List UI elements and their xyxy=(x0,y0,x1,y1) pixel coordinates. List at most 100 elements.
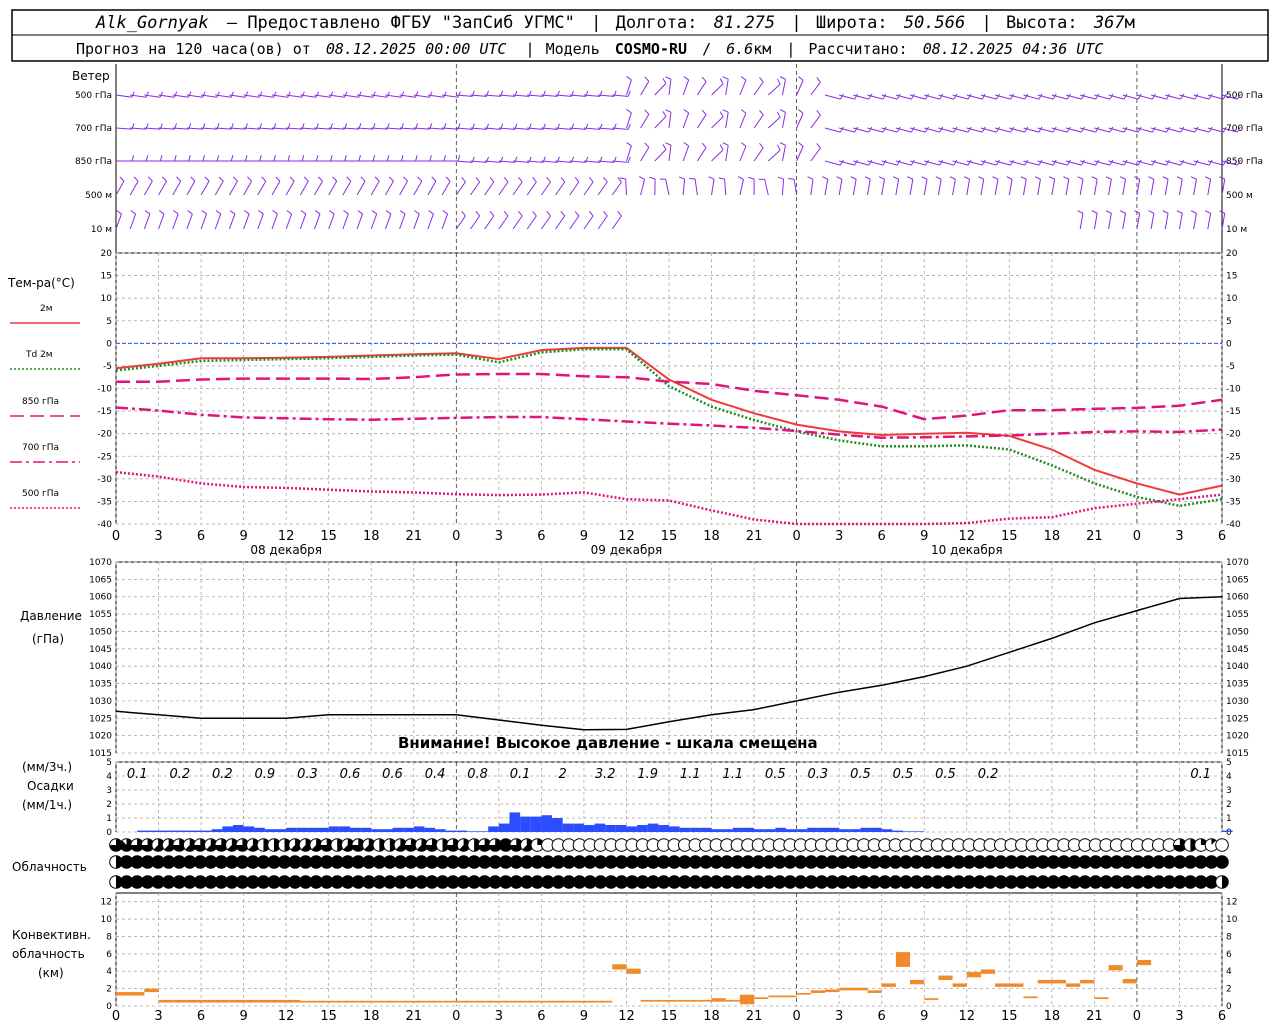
wind-barb-feather xyxy=(1208,93,1213,100)
wind-barb-shaft xyxy=(909,179,914,196)
wind-barb-shaft xyxy=(767,149,781,162)
wind-barb-feather xyxy=(588,210,594,217)
y-tick-label-left: -5 xyxy=(103,362,112,372)
precip-bar xyxy=(817,827,829,832)
precip-bar xyxy=(828,827,840,832)
y-tick-label-left: -40 xyxy=(97,520,112,530)
wind-panel: Ветер 500 гПа 500 гПа 700 гПа 700 гПа 850 гП… xyxy=(72,64,1263,254)
wind-barb-feather xyxy=(967,159,972,166)
convective-bar xyxy=(569,1000,584,1003)
wind-barb-feather xyxy=(910,93,915,100)
wind-barb-feather xyxy=(779,109,786,113)
x-tick-label: 18 xyxy=(1044,1009,1061,1024)
wind-barb-feather xyxy=(665,76,672,80)
wind-barb-feather xyxy=(131,155,135,162)
wind-barb-shaft xyxy=(682,179,686,196)
pressure-grid: 1070 1070 1065 1065 1060 1060 1055 1055 1050 1050… xyxy=(89,558,1249,759)
wind-barb-feather xyxy=(719,78,724,85)
convective-bar xyxy=(442,1000,457,1003)
wind-level-label-left: 10 м xyxy=(91,225,112,235)
wind-barb-feather xyxy=(1024,159,1029,166)
wind-barb-shaft xyxy=(598,127,615,130)
cloud-cover-fill xyxy=(1215,855,1229,869)
wind-barb-shaft xyxy=(299,213,307,230)
wind-barb-feather xyxy=(1095,159,1100,166)
convective-bars xyxy=(116,952,1152,1005)
wind-barb-shaft xyxy=(201,127,218,130)
wind-barb-shaft xyxy=(370,213,378,230)
wind-barb-feather xyxy=(1010,159,1015,166)
wind-barb-feather xyxy=(953,159,958,166)
wind-barb-feather xyxy=(372,155,376,162)
latitude-value: 50.566 xyxy=(904,13,965,33)
pressure-annotation: Внимание! Высокое давление - шкала смеще… xyxy=(398,734,818,752)
wind-barb-shaft xyxy=(625,145,632,162)
wind-barb-feather xyxy=(683,142,689,147)
wind-level-label-left: 500 гПа xyxy=(75,91,112,101)
wind-barb-shaft xyxy=(399,127,416,130)
y-tick-label-left: -15 xyxy=(97,407,112,417)
wind-barb-shaft xyxy=(640,147,650,162)
precip-bar xyxy=(435,829,446,832)
wind-barb-feather xyxy=(822,176,828,180)
wind-barb-feather xyxy=(779,142,786,146)
x-tick-label: 0 xyxy=(112,529,120,544)
wind-barb-shaft xyxy=(1022,179,1027,196)
precip-3h-label: 1.1 xyxy=(722,767,743,782)
wind-barb-shaft xyxy=(342,180,352,196)
y-tick-label-right: 15 xyxy=(1226,272,1237,282)
x-tick-label: 0 xyxy=(452,529,460,544)
x-tick-label: 21 xyxy=(746,1009,763,1024)
altitude-value: 367 xyxy=(1093,13,1125,33)
precip-bar xyxy=(307,827,319,832)
wind-barb-feather xyxy=(275,176,281,182)
wind-barb-feather xyxy=(403,176,408,182)
wind-barb-feather xyxy=(748,176,755,180)
convective-bar xyxy=(583,1000,599,1003)
convective-bar xyxy=(881,983,896,987)
precip-bar xyxy=(286,827,297,832)
y-tick-label-left: 1070 xyxy=(89,558,112,568)
convective-bar xyxy=(910,979,925,985)
wind-barb-shaft xyxy=(739,179,744,196)
y-tick-label-right: 5 xyxy=(1226,758,1232,768)
y-tick-label-left: 3 xyxy=(106,786,112,796)
precip-bar xyxy=(860,827,872,832)
x-tick-label: 21 xyxy=(1086,529,1103,544)
wind-barb-feather xyxy=(619,177,626,180)
x-tick-label: 3 xyxy=(154,529,162,544)
wind-barb-shaft xyxy=(682,79,690,96)
wind-barb-feather xyxy=(503,176,509,183)
convective-grid: 12 1210 108 86 64 42 20 0 xyxy=(101,892,1238,1012)
wind-barb-shaft xyxy=(824,94,841,100)
convective-bar xyxy=(399,1000,414,1003)
provider-text: — Предоставлено ФГБУ "ЗапСиб УГМС" xyxy=(227,13,575,33)
wind-barb-shaft xyxy=(115,127,132,130)
convective-bar xyxy=(116,992,131,996)
wind-barb-shaft xyxy=(484,215,495,230)
wind-barb-shaft xyxy=(611,215,622,230)
wind-barb-feather xyxy=(935,176,942,180)
wind-barb-shaft xyxy=(229,127,246,130)
precip-3h-label: 0.6 xyxy=(382,767,403,782)
wind-barb-shaft xyxy=(654,83,667,96)
wind-barb-feather xyxy=(850,176,857,180)
wind-barb-feather xyxy=(627,156,631,163)
convective-bar xyxy=(427,1000,443,1003)
convective-bar xyxy=(314,1000,329,1003)
wind-barb-shaft xyxy=(668,112,672,129)
y-tick-label-left: 1025 xyxy=(89,714,112,724)
legend-label: Td 2м xyxy=(25,350,53,360)
wind-barb-shaft xyxy=(980,179,985,196)
x-tick-label: 18 xyxy=(363,529,380,544)
wind-barb-shaft xyxy=(696,147,707,162)
wind-barb-feather xyxy=(258,210,264,215)
wind-barb-feather xyxy=(740,76,747,81)
precip-bar xyxy=(881,829,893,832)
convective-ylabel-1: Конвективн. xyxy=(12,928,91,942)
wind-barb-shaft xyxy=(541,160,558,163)
wind-barb-shaft xyxy=(484,160,501,163)
y-tick-label-left: 4 xyxy=(106,772,112,782)
precip-bar xyxy=(562,823,574,832)
precip-bar xyxy=(243,826,255,832)
